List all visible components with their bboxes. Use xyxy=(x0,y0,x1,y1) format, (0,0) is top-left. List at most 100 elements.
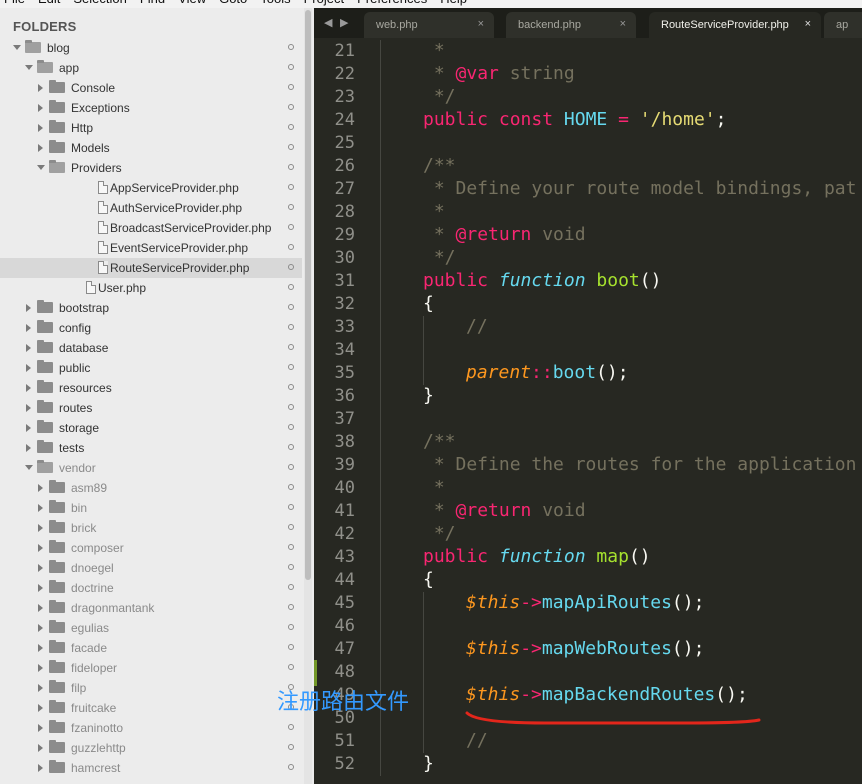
tree-folder-row[interactable]: filp xyxy=(0,678,302,698)
tree-folder-row[interactable]: resources xyxy=(0,378,302,398)
tree-folder-row[interactable]: doctrine xyxy=(0,578,302,598)
tab-1[interactable]: web.php × xyxy=(364,12,494,38)
tree-file-row[interactable]: EventServiceProvider.php xyxy=(0,238,302,258)
tree-folder-row[interactable]: fzaninotto xyxy=(0,718,302,738)
tree-folder-row[interactable]: asm89 xyxy=(0,478,302,498)
tree-folder-row[interactable]: dragonmantank xyxy=(0,598,302,618)
chevron-right-icon[interactable] xyxy=(26,404,31,412)
code-line[interactable]: 26 /** xyxy=(314,155,862,178)
chevron-right-icon[interactable] xyxy=(38,724,43,732)
close-icon[interactable]: × xyxy=(620,18,626,30)
sidebar-scroll-thumb[interactable] xyxy=(305,10,311,580)
menu-item[interactable]: File xyxy=(4,0,25,6)
chevron-down-icon[interactable] xyxy=(13,45,21,50)
tree-folder-row[interactable]: egulias xyxy=(0,618,302,638)
chevron-right-icon[interactable] xyxy=(38,684,43,692)
chevron-right-icon[interactable] xyxy=(38,664,43,672)
tree-folder-row[interactable]: blog xyxy=(0,38,302,58)
chevron-right-icon[interactable] xyxy=(26,444,31,452)
menu-item[interactable]: Goto xyxy=(219,0,247,6)
code-line[interactable]: 32 { xyxy=(314,293,862,316)
chevron-right-icon[interactable] xyxy=(38,704,43,712)
tree-file-row[interactable]: AuthServiceProvider.php xyxy=(0,198,302,218)
tree-folder-row[interactable]: routes xyxy=(0,398,302,418)
tree-file-row[interactable]: RouteServiceProvider.php xyxy=(0,258,302,278)
menu-item[interactable]: Project xyxy=(304,0,344,6)
code-line[interactable]: 44 { xyxy=(314,569,862,592)
code-line[interactable]: 22 * @var string xyxy=(314,63,862,86)
tree-folder-row[interactable]: bootstrap xyxy=(0,298,302,318)
chevron-right-icon[interactable] xyxy=(38,584,43,592)
tab-2[interactable]: backend.php × xyxy=(506,12,636,38)
code-line[interactable]: 43 public function map() xyxy=(314,546,862,569)
code-line[interactable]: 41 * @return void xyxy=(314,500,862,523)
tree-folder-row[interactable]: vendor xyxy=(0,458,302,478)
chevron-right-icon[interactable] xyxy=(26,324,31,332)
tree-folder-row[interactable]: hamcrest xyxy=(0,758,302,778)
close-icon[interactable]: × xyxy=(478,18,484,30)
chevron-right-icon[interactable] xyxy=(38,544,43,552)
code-line[interactable]: 52} xyxy=(314,753,862,776)
chevron-right-icon[interactable] xyxy=(26,424,31,432)
code-line[interactable]: 48 xyxy=(314,661,862,684)
tree-file-row[interactable]: AppServiceProvider.php xyxy=(0,178,302,198)
tab-4[interactable]: ap xyxy=(824,12,862,38)
code-line[interactable]: 23 */ xyxy=(314,86,862,109)
menu-item[interactable]: Edit xyxy=(38,0,60,6)
chevron-down-icon[interactable] xyxy=(37,165,45,170)
tree-folder-row[interactable]: Providers xyxy=(0,158,302,178)
code-line[interactable]: 36} xyxy=(314,385,862,408)
chevron-down-icon[interactable] xyxy=(25,465,33,470)
tree-folder-row[interactable]: fruitcake xyxy=(0,698,302,718)
chevron-right-icon[interactable] xyxy=(38,644,43,652)
tree-folder-row[interactable]: storage xyxy=(0,418,302,438)
tree-folder-row[interactable]: Exceptions xyxy=(0,98,302,118)
chevron-right-icon[interactable] xyxy=(38,104,43,112)
chevron-down-icon[interactable] xyxy=(25,65,33,70)
tree-file-row[interactable]: BroadcastServiceProvider.php xyxy=(0,218,302,238)
menu-item[interactable]: Find xyxy=(140,0,165,6)
code-line[interactable]: 37 xyxy=(314,408,862,431)
menu-item[interactable]: Tools xyxy=(260,0,290,6)
code-line[interactable]: 46 xyxy=(314,615,862,638)
chevron-right-icon[interactable] xyxy=(26,304,31,312)
menu-item[interactable]: Selection xyxy=(73,0,126,6)
code-line[interactable]: 30 */ xyxy=(314,247,862,270)
code-line[interactable]: 45 $this->mapApiRoutes(); xyxy=(314,592,862,615)
tree-folder-row[interactable]: Models xyxy=(0,138,302,158)
code-area[interactable]: 21 * 22 * @var string 23 */24 public const … xyxy=(314,38,862,784)
tree-folder-row[interactable]: fideloper xyxy=(0,658,302,678)
code-line[interactable]: 31 public function boot() xyxy=(314,270,862,293)
chevron-right-icon[interactable] xyxy=(38,564,43,572)
chevron-right-icon[interactable] xyxy=(26,384,31,392)
chevron-right-icon[interactable] xyxy=(38,764,43,772)
menu-item[interactable]: Preferences xyxy=(357,0,427,6)
code-line[interactable]: 47 $this->mapWebRoutes(); xyxy=(314,638,862,661)
code-line[interactable]: 33 // xyxy=(314,316,862,339)
tree-folder-row[interactable]: tests xyxy=(0,438,302,458)
tree-folder-row[interactable]: guzzlehttp xyxy=(0,738,302,758)
code-line[interactable]: 40 * xyxy=(314,477,862,500)
tree-folder-row[interactable]: public xyxy=(0,358,302,378)
chevron-right-icon[interactable] xyxy=(26,364,31,372)
tree-folder-row[interactable]: composer xyxy=(0,538,302,558)
tree-folder-row[interactable]: Console xyxy=(0,78,302,98)
code-line[interactable]: 39 * Define the routes for the applicati… xyxy=(314,454,862,477)
close-icon[interactable]: × xyxy=(805,18,811,30)
tree-folder-row[interactable]: facade xyxy=(0,638,302,658)
sidebar-scrollbar[interactable] xyxy=(304,8,312,784)
code-line[interactable]: 25 xyxy=(314,132,862,155)
chevron-right-icon[interactable] xyxy=(38,524,43,532)
chevron-right-icon[interactable] xyxy=(38,124,43,132)
code-line[interactable]: 35 parent::boot(); xyxy=(314,362,862,385)
chevron-right-icon[interactable] xyxy=(38,744,43,752)
menu-item[interactable]: View xyxy=(178,0,206,6)
chevron-right-icon[interactable] xyxy=(26,344,31,352)
chevron-right-icon[interactable] xyxy=(38,624,43,632)
chevron-right-icon[interactable] xyxy=(38,484,43,492)
tab-nav-arrows[interactable]: ◀ ▶ xyxy=(324,16,350,29)
chevron-right-icon[interactable] xyxy=(38,604,43,612)
code-line[interactable]: 27 * Define your route model bindings, p… xyxy=(314,178,862,201)
tree-folder-row[interactable]: brick xyxy=(0,518,302,538)
chevron-right-icon[interactable] xyxy=(38,84,43,92)
